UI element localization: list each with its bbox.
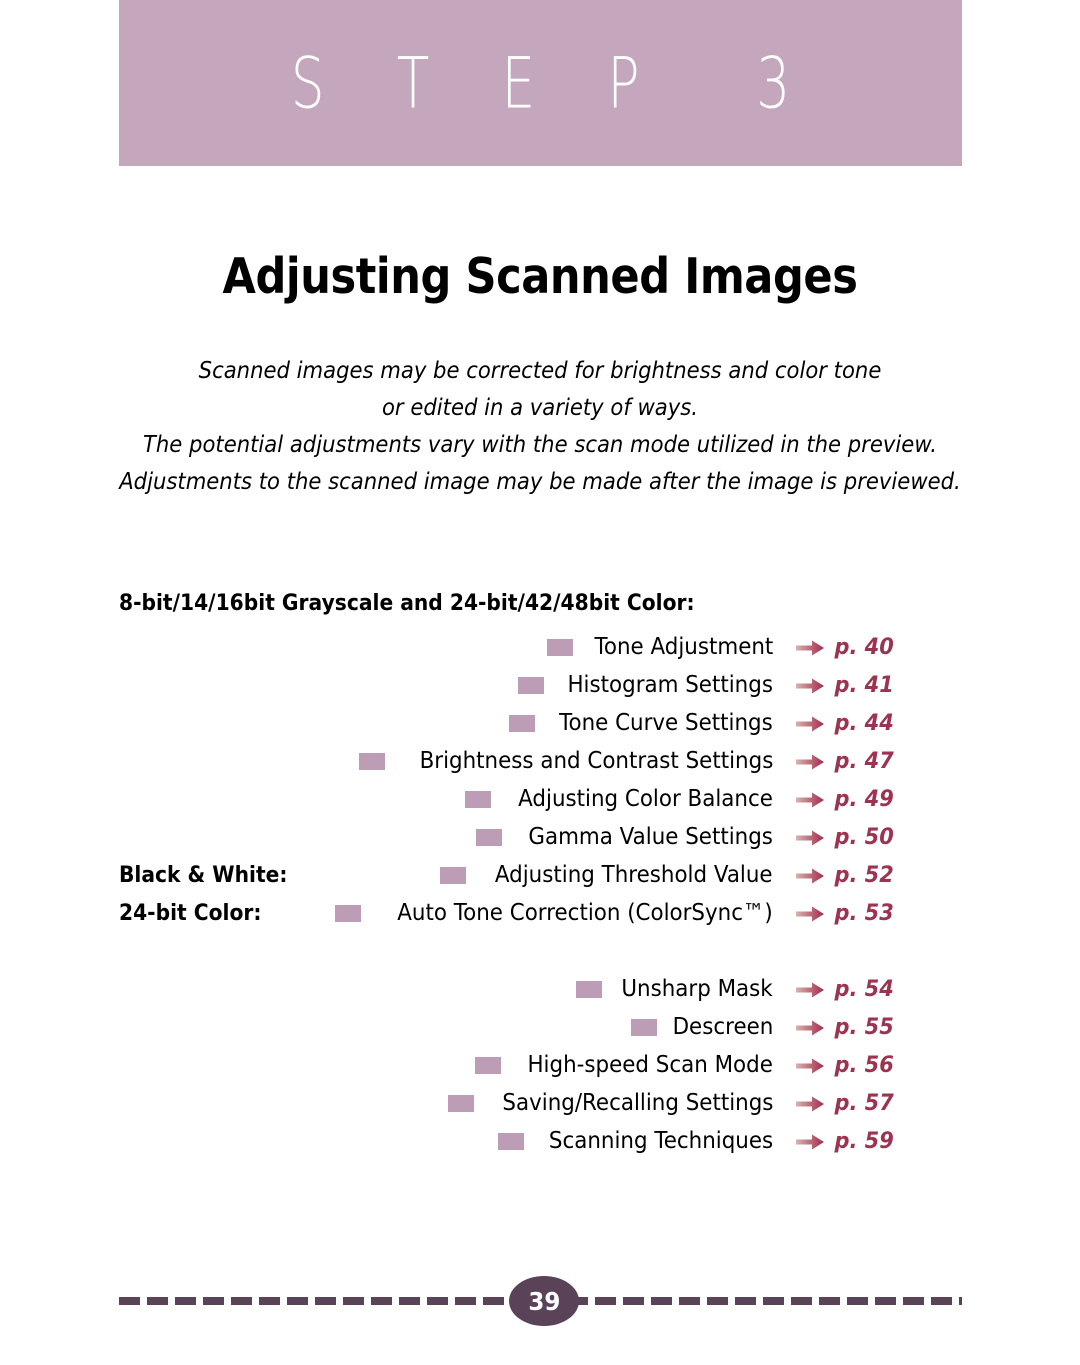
contents-entry-label: Tone Adjustment bbox=[594, 634, 773, 660]
arrow-right-icon bbox=[796, 678, 824, 694]
page-number-badge: 39 bbox=[509, 1276, 579, 1326]
subtitle-line: Scanned images may be corrected for brig… bbox=[198, 356, 882, 384]
page-footer: 39 bbox=[119, 1273, 962, 1329]
bullet-square-icon bbox=[447, 1094, 474, 1112]
bullet-square-icon bbox=[440, 866, 467, 884]
contents-row[interactable]: Gamma Value Settings p. 50 bbox=[119, 818, 919, 856]
contents-entry-label: Brightness and Contrast Settings bbox=[419, 748, 773, 774]
contents-entry-label: Auto Tone Correction (ColorSync™) bbox=[397, 900, 773, 926]
contents-row[interactable]: Adjusting Color Balance p. 49 bbox=[119, 780, 919, 818]
arrow-right-icon bbox=[796, 830, 824, 846]
bullet-square-icon bbox=[476, 828, 503, 846]
footer-dashed-rule-right bbox=[567, 1297, 962, 1305]
page-reference[interactable]: p. 40 bbox=[825, 635, 914, 660]
contents-entry-label: Saving/Recalling Settings bbox=[501, 1090, 773, 1116]
page-title: Adjusting Scanned Images bbox=[222, 248, 858, 305]
contents-row[interactable]: Saving/Recalling Settings p. 57 bbox=[119, 1084, 919, 1122]
page-reference[interactable]: p. 55 bbox=[825, 1015, 914, 1040]
page-reference[interactable]: p. 50 bbox=[825, 825, 914, 850]
bullet-square-icon bbox=[497, 1132, 524, 1150]
arrow-right-icon bbox=[796, 716, 824, 732]
arrow-right-icon bbox=[796, 1134, 824, 1150]
page-reference[interactable]: p. 53 bbox=[825, 901, 914, 926]
contents-row[interactable]: Unsharp Mask p. 54 bbox=[119, 970, 919, 1008]
bullet-square-icon bbox=[518, 676, 545, 694]
subtitle-line: Adjustments to the scanned image may be … bbox=[119, 467, 961, 495]
page-reference[interactable]: p. 47 bbox=[825, 749, 914, 774]
subtitle-line: The potential adjustments vary with the … bbox=[142, 430, 937, 458]
subtitle-line: or edited in a variety of ways. bbox=[381, 393, 699, 421]
page-reference[interactable]: p. 52 bbox=[825, 863, 914, 888]
arrow-right-icon bbox=[796, 1096, 824, 1112]
bullet-square-icon bbox=[465, 790, 492, 808]
bullet-square-icon bbox=[509, 714, 536, 732]
contents-list: Tone Adjustment p. 40 Histogram Settings p.… bbox=[119, 628, 919, 1160]
step-banner: S T E P 3 bbox=[119, 0, 962, 166]
page-reference[interactable]: p. 54 bbox=[825, 977, 914, 1002]
contents-group-heading-wrap: 8-bit/14/16bit Grayscale and 24-bit/42/4… bbox=[119, 588, 919, 618]
arrow-right-icon bbox=[796, 1058, 824, 1074]
contents-row[interactable]: Tone Adjustment p. 40 bbox=[119, 628, 919, 666]
bullet-square-icon bbox=[335, 904, 362, 922]
footer-dashed-rule-left bbox=[119, 1297, 519, 1305]
arrow-right-icon bbox=[796, 906, 824, 922]
contents-mode-label: Black & White: bbox=[119, 862, 288, 888]
bullet-square-icon bbox=[475, 1056, 502, 1074]
step-banner-label: S T E P 3 bbox=[290, 41, 818, 125]
contents-mode-label: 24-bit Color: bbox=[119, 900, 262, 926]
contents-row[interactable]: Descreen p. 55 bbox=[119, 1008, 919, 1046]
page-reference[interactable]: p. 41 bbox=[825, 673, 914, 698]
contents-row[interactable]: Histogram Settings p. 41 bbox=[119, 666, 919, 704]
contents-spacer bbox=[119, 932, 919, 970]
page-number: 39 bbox=[527, 1286, 560, 1316]
contents-entry-label: Adjusting Color Balance bbox=[518, 786, 773, 812]
contents-row[interactable]: 24-bit Color: Auto Tone Correction (Color… bbox=[119, 894, 919, 932]
arrow-right-icon bbox=[796, 982, 824, 998]
contents-row[interactable]: High-speed Scan Mode p. 56 bbox=[119, 1046, 919, 1084]
bullet-square-icon bbox=[630, 1018, 657, 1036]
page-reference[interactable]: p. 59 bbox=[825, 1129, 914, 1154]
contents-entry-label: Scanning Techniques bbox=[548, 1128, 773, 1154]
bullet-square-icon bbox=[546, 638, 573, 656]
contents-entry-label: Unsharp Mask bbox=[621, 976, 773, 1002]
bullet-square-icon bbox=[358, 752, 385, 770]
page-reference[interactable]: p. 49 bbox=[825, 787, 914, 812]
contents-row[interactable]: Tone Curve Settings p. 44 bbox=[119, 704, 919, 742]
contents-entry-label: Histogram Settings bbox=[567, 672, 773, 698]
contents-group-heading: 8-bit/14/16bit Grayscale and 24-bit/42/4… bbox=[119, 590, 695, 616]
contents-entry-label: Gamma Value Settings bbox=[528, 824, 773, 850]
contents-row[interactable]: Black & White: Adjusting Threshold Value p… bbox=[119, 856, 919, 894]
page-reference[interactable]: p. 57 bbox=[825, 1091, 914, 1116]
contents-entry-label: High-speed Scan Mode bbox=[527, 1052, 773, 1078]
page-reference[interactable]: p. 56 bbox=[825, 1053, 914, 1078]
contents-entry-label: Adjusting Threshold Value bbox=[495, 862, 773, 888]
arrow-right-icon bbox=[796, 754, 824, 770]
contents-entry-label: Tone Curve Settings bbox=[559, 710, 773, 736]
bullet-square-icon bbox=[576, 980, 603, 998]
contents-row[interactable]: Brightness and Contrast Settings p. 47 bbox=[119, 742, 919, 780]
subtitle-block: Scanned images may be corrected for brig… bbox=[0, 352, 1080, 500]
page-reference[interactable]: p. 44 bbox=[825, 711, 914, 736]
arrow-right-icon bbox=[796, 792, 824, 808]
arrow-right-icon bbox=[796, 640, 824, 656]
arrow-right-icon bbox=[796, 1020, 824, 1036]
contents-entry-label: Descreen bbox=[672, 1014, 773, 1040]
arrow-right-icon bbox=[796, 868, 824, 884]
contents-row[interactable]: Scanning Techniques p. 59 bbox=[119, 1122, 919, 1160]
